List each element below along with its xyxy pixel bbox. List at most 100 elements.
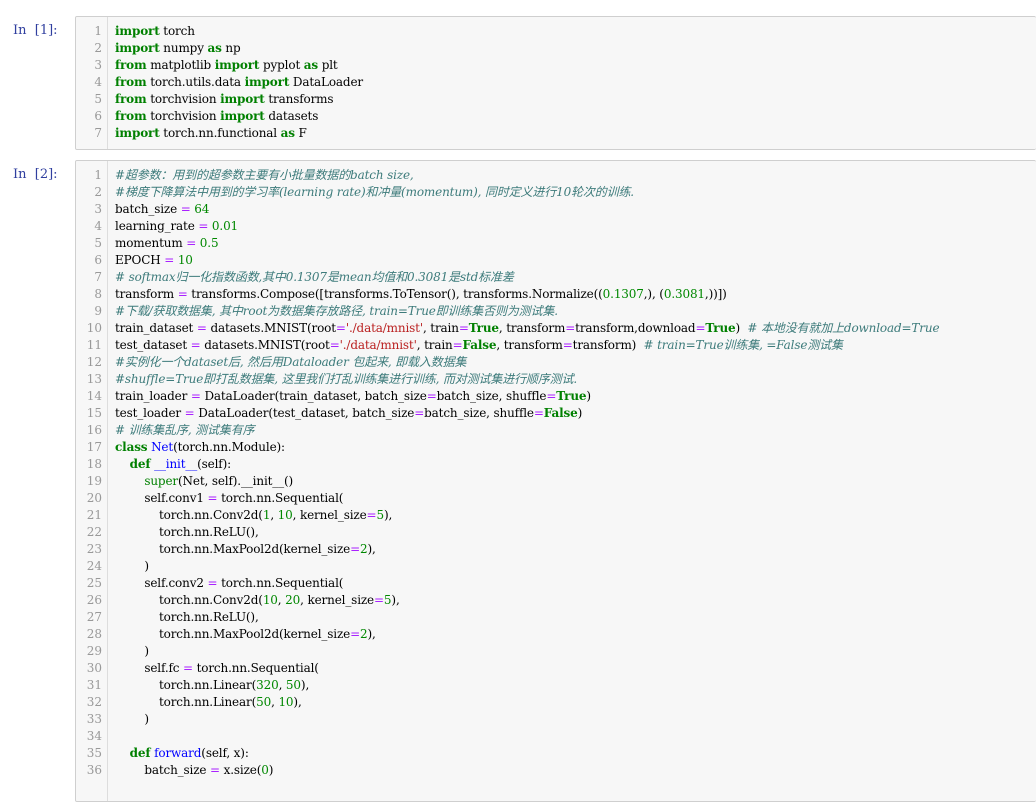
code-line[interactable]: 2 import numpy as np	[76, 40, 1036, 57]
code-cell-2[interactable]: In [2]: 1 #超参数：用到的超参数主要有小批量数据的batch size,…	[0, 160, 1036, 802]
code-text: )	[115, 558, 149, 575]
code-text: torch.nn.ReLU(),	[115, 609, 259, 626]
line-number: 13	[86, 372, 102, 386]
code-line[interactable]: 26 torch.nn.Conv2d(10, 20, kernel_size=5…	[76, 592, 1036, 609]
code-token: torch.nn.MaxPool2d(kernel_size	[115, 627, 351, 641]
line-number: 36	[86, 763, 102, 777]
line-number: 9	[94, 304, 102, 318]
code-token: )	[586, 389, 591, 403]
code-token: batch_size	[115, 202, 181, 216]
code-token: torch.nn.MaxPool2d(kernel_size	[115, 542, 351, 556]
code-line[interactable]: 20 self.conv1 = torch.nn.Sequential(	[76, 490, 1036, 507]
code-line[interactable]: 34	[76, 728, 1036, 745]
code-line[interactable]: 1 import torch	[76, 23, 1036, 40]
code-line[interactable]: 24 )	[76, 558, 1036, 575]
code-token: =	[186, 236, 197, 250]
code-token: (torch.nn.Module):	[173, 440, 285, 454]
code-text: transform = transforms.Compose([transfor…	[115, 286, 727, 303]
code-line[interactable]: 25 self.conv2 = torch.nn.Sequential(	[76, 575, 1036, 592]
code-line[interactable]: 11 test_dataset = datasets.MNIST(root='./…	[76, 337, 1036, 354]
code-line[interactable]: 2 #梯度下降算法中用到的学习率(learning rate)和冲量(moment…	[76, 184, 1036, 201]
code-token: torch.nn.ReLU(),	[115, 610, 259, 624]
code-token: =	[366, 508, 377, 522]
code-token: # softmax归一化指数函数,其中0.1307是mean均值和0.3081是…	[115, 270, 514, 284]
code-text: self.conv2 = torch.nn.Sequential(	[115, 575, 343, 592]
code-token: self.conv2	[115, 576, 208, 590]
line-number: 26	[86, 593, 102, 607]
code-text: from torchvision import datasets	[115, 108, 318, 125]
code-line[interactable]: 33 )	[76, 711, 1036, 728]
code-token: =	[207, 491, 218, 505]
code-token: 10	[277, 508, 293, 522]
code-line[interactable]: 29 )	[76, 643, 1036, 660]
code-token: learning_rate	[115, 219, 199, 233]
code-token: =	[426, 389, 437, 403]
code-line[interactable]: 3 batch_size = 64	[76, 201, 1036, 218]
code-token: transforms.Compose([transforms.ToTensor(…	[187, 287, 603, 301]
code-token: train_loader	[115, 389, 191, 403]
code-line[interactable]: 9 #下载/获取数据集, 其中root为数据集存放路径, train=True即训…	[76, 303, 1036, 320]
code-line[interactable]: 4 from torch.utils.data import DataLoader	[76, 74, 1036, 91]
code-line[interactable]: 5 from torchvision import transforms	[76, 91, 1036, 108]
code-text: test_loader = DataLoader(test_dataset, b…	[115, 405, 582, 422]
code-text: def forward(self, x):	[115, 745, 249, 762]
code-line[interactable]: 19 super(Net, self).__init__()	[76, 473, 1036, 490]
code-line[interactable]: 16 # 训练集乱序, 测试集有序	[76, 422, 1036, 439]
code-token: True	[556, 389, 587, 403]
code-line[interactable]: 8 transform = transforms.Compose([transfo…	[76, 286, 1036, 303]
code-token: transform	[115, 287, 178, 301]
code-token: batch_size	[115, 763, 211, 777]
code-line[interactable]: 28 torch.nn.MaxPool2d(kernel_size=2),	[76, 626, 1036, 643]
code-line[interactable]: 3 from matplotlib import pyplot as plt	[76, 57, 1036, 74]
code-token: 10	[177, 253, 193, 267]
code-text: #实例化一个dataset后, 然后用Dataloader 包起来, 即载入数据…	[115, 354, 467, 371]
code-line[interactable]: 23 torch.nn.MaxPool2d(kernel_size=2),	[76, 541, 1036, 558]
code-token: DataLoader(train_dataset, batch_size	[200, 389, 427, 403]
code-line[interactable]: 15 test_loader = DataLoader(test_dataset,…	[76, 405, 1036, 422]
code-editor[interactable]: 1 #超参数：用到的超参数主要有小批量数据的batch size, 2 #梯度下降算法…	[75, 160, 1036, 802]
code-token: =	[329, 338, 340, 352]
code-token: torch.nn.Sequential(	[217, 491, 344, 505]
code-line[interactable]: 1 #超参数：用到的超参数主要有小批量数据的batch size,	[76, 167, 1036, 184]
code-token: torch.nn.Sequential(	[192, 661, 319, 675]
line-number: 29	[86, 644, 102, 658]
code-token: =	[350, 627, 360, 641]
code-text: train_loader = DataLoader(train_dataset,…	[115, 388, 591, 405]
code-line[interactable]: 21 torch.nn.Conv2d(1, 10, kernel_size=5)…	[76, 507, 1036, 524]
code-line[interactable]: 30 self.fc = torch.nn.Sequential(	[76, 660, 1036, 677]
code-line[interactable]: 12 #实例化一个dataset后, 然后用Dataloader 包起来, 即载入…	[76, 354, 1036, 371]
code-token: =	[190, 338, 201, 352]
code-token: False	[462, 338, 497, 352]
code-line[interactable]: 14 train_loader = DataLoader(train_datase…	[76, 388, 1036, 405]
code-line[interactable]: 35 def forward(self, x):	[76, 745, 1036, 762]
line-number: 5	[94, 236, 102, 250]
code-line[interactable]: 6 EPOCH = 10	[76, 252, 1036, 269]
code-line[interactable]: 17 class Net(torch.nn.Module):	[76, 439, 1036, 456]
code-line[interactable]: 27 torch.nn.ReLU(),	[76, 609, 1036, 626]
code-line[interactable]: 10 train_dataset = datasets.MNIST(root='.…	[76, 320, 1036, 337]
code-cell-1[interactable]: In [1]: 1 import torch 2 import numpy as np…	[0, 16, 1036, 150]
code-line[interactable]: 6 from torchvision import datasets	[76, 108, 1036, 125]
code-token: =	[335, 321, 346, 335]
code-token: ),	[293, 695, 302, 709]
line-number: 25	[86, 576, 102, 590]
code-line[interactable]: 36 batch_size = x.size(0)	[76, 762, 1036, 779]
code-editor[interactable]: 1 import torch 2 import numpy as np 3 from ma…	[75, 16, 1036, 150]
code-line[interactable]: 13 #shuffle=True即打乱数据集, 这里我们打乱训练集进行训练, 而对…	[76, 371, 1036, 388]
code-token: forward	[154, 746, 202, 760]
code-line[interactable]: 7 import torch.nn.functional as F	[76, 125, 1036, 142]
line-number: 4	[94, 75, 102, 89]
code-token: DataLoader	[289, 75, 364, 89]
code-line[interactable]: 32 torch.nn.Linear(50, 10),	[76, 694, 1036, 711]
code-token: def	[129, 746, 151, 760]
code-line[interactable]: 31 torch.nn.Linear(320, 50),	[76, 677, 1036, 694]
code-line[interactable]: 7 # softmax归一化指数函数,其中0.1307是mean均值和0.3081…	[76, 269, 1036, 286]
code-token: 50	[256, 695, 272, 709]
code-line[interactable]: 22 torch.nn.ReLU(),	[76, 524, 1036, 541]
code-token: torch.nn.ReLU(),	[115, 525, 259, 539]
code-token: 0.3081	[663, 287, 705, 301]
code-line[interactable]: 18 def __init__(self):	[76, 456, 1036, 473]
code-line[interactable]: 5 momentum = 0.5	[76, 235, 1036, 252]
code-line[interactable]: 4 learning_rate = 0.01	[76, 218, 1036, 235]
